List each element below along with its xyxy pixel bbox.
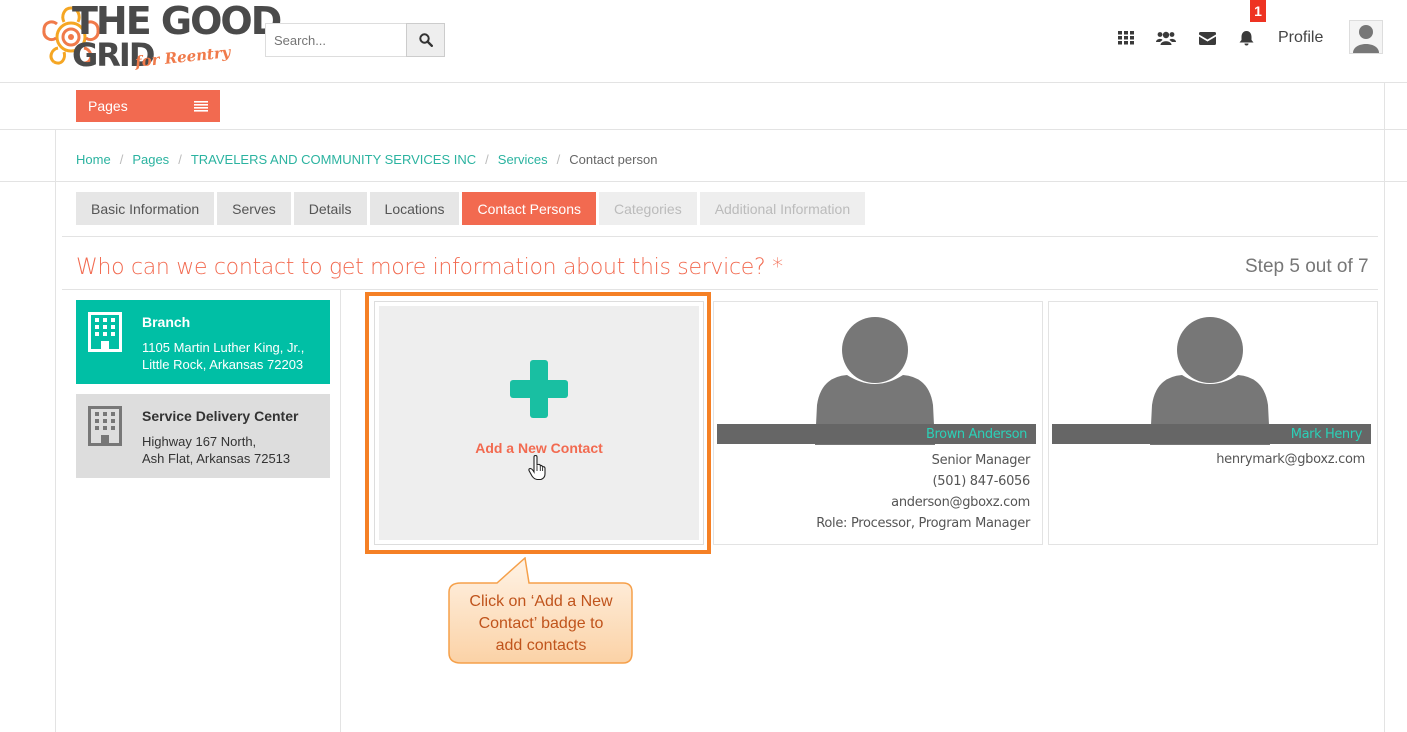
contact-name: Mark Henry	[1052, 424, 1371, 444]
tab-serves[interactable]: Serves	[217, 192, 291, 225]
list-icon	[194, 100, 208, 112]
notification-count-badge: 1	[1250, 0, 1266, 22]
breadcrumb-current: Contact person	[569, 152, 658, 167]
contact-role: Role: Processor, Program Manager	[816, 516, 1030, 531]
breadcrumb-home[interactable]: Home	[76, 152, 111, 167]
contact-title: Senior Manager	[931, 453, 1031, 468]
location-card-branch[interactable]: Branch 1105 Martin Luther King, Jr., Lit…	[76, 300, 330, 384]
breadcrumb-organization[interactable]: TRAVELERS AND COMMUNITY SERVICES INC	[191, 152, 476, 167]
contact-details: Senior Manager (501) 847-6056 anderson@g…	[816, 450, 1030, 534]
search-input[interactable]	[265, 23, 406, 57]
callout-text: Click on ‘Add a New Contact’ badge to ad…	[457, 591, 625, 657]
pages-menu-label: Pages	[88, 98, 128, 114]
divider	[62, 236, 1378, 237]
profile-link[interactable]: Profile	[1278, 29, 1323, 47]
contact-details: henrymark@gboxz.com	[1216, 449, 1365, 470]
avatar[interactable]	[1349, 20, 1383, 54]
callout-line: Contact’ badge to	[478, 615, 604, 632]
users-icon[interactable]	[1156, 28, 1176, 48]
callout-line: Click on ‘Add a New	[469, 593, 613, 610]
breadcrumb-separator: /	[556, 152, 561, 167]
callout-line: add contacts	[495, 637, 587, 654]
location-title: Branch	[142, 314, 191, 330]
logo-word-the-good: THE GOOD	[72, 0, 282, 43]
user-silhouette-icon	[1353, 25, 1379, 53]
location-title: Service Delivery Center	[142, 408, 299, 424]
location-address-line2: Little Rock, Arkansas 72203	[142, 357, 304, 372]
pages-menu-button[interactable]: Pages	[76, 90, 220, 122]
apps-grid-icon[interactable]	[1116, 28, 1136, 48]
bell-icon[interactable]	[1236, 28, 1256, 48]
location-address-line1: 1105 Martin Luther King, Jr.,	[142, 340, 305, 355]
building-icon	[88, 406, 122, 446]
breadcrumb-pages[interactable]: Pages	[132, 152, 169, 167]
location-card-service-delivery-center[interactable]: Service Delivery Center Highway 167 Nort…	[76, 394, 330, 478]
building-icon	[88, 312, 122, 352]
envelope-icon[interactable]	[1197, 28, 1217, 48]
add-contact-badge[interactable]	[379, 306, 699, 540]
tab-details[interactable]: Details	[293, 192, 367, 225]
left-border	[55, 129, 56, 732]
column-divider	[340, 290, 341, 732]
section-question: Who can we contact to get more informati…	[76, 255, 783, 280]
step-tabs: Basic Information Serves Details Locatio…	[76, 192, 866, 225]
step-indicator: Step 5 out of 7	[1245, 256, 1369, 277]
contact-email: anderson@gboxz.com	[891, 495, 1030, 510]
location-address-line1: Highway 167 North,	[142, 434, 257, 449]
divider	[62, 289, 1378, 290]
tab-basic-information[interactable]: Basic Information	[76, 192, 215, 225]
breadcrumb-separator: /	[485, 152, 489, 167]
tab-locations[interactable]: Locations	[369, 192, 460, 225]
plus-icon	[510, 360, 568, 418]
location-address-line2: Ash Flat, Arkansas 72513	[142, 451, 291, 466]
breadcrumb: Home / Pages / TRAVELERS AND COMMUNITY SER…	[76, 152, 657, 167]
breadcrumb-separator: /	[178, 152, 182, 167]
contact-phone: (501) 847-6056	[932, 474, 1031, 489]
add-contact-label[interactable]: Add a New Contact	[379, 440, 699, 456]
breadcrumb-services[interactable]: Services	[498, 152, 548, 167]
contact-card[interactable]: Mark Henry henrymark@gboxz.com	[1048, 301, 1378, 545]
divider	[0, 181, 1407, 182]
contact-email: henrymark@gboxz.com	[1216, 452, 1365, 467]
breadcrumb-separator: /	[119, 152, 124, 167]
search-button[interactable]	[406, 23, 445, 57]
tab-contact-persons[interactable]: Contact Persons	[462, 192, 596, 225]
contact-name: Brown Anderson	[717, 424, 1036, 444]
contact-card[interactable]: Brown Anderson Senior Manager (501) 847-…	[713, 301, 1043, 545]
hand-cursor-icon	[528, 455, 546, 481]
tab-additional-information: Additional Information	[699, 192, 866, 225]
tab-categories: Categories	[598, 192, 697, 225]
search-icon	[418, 33, 433, 47]
